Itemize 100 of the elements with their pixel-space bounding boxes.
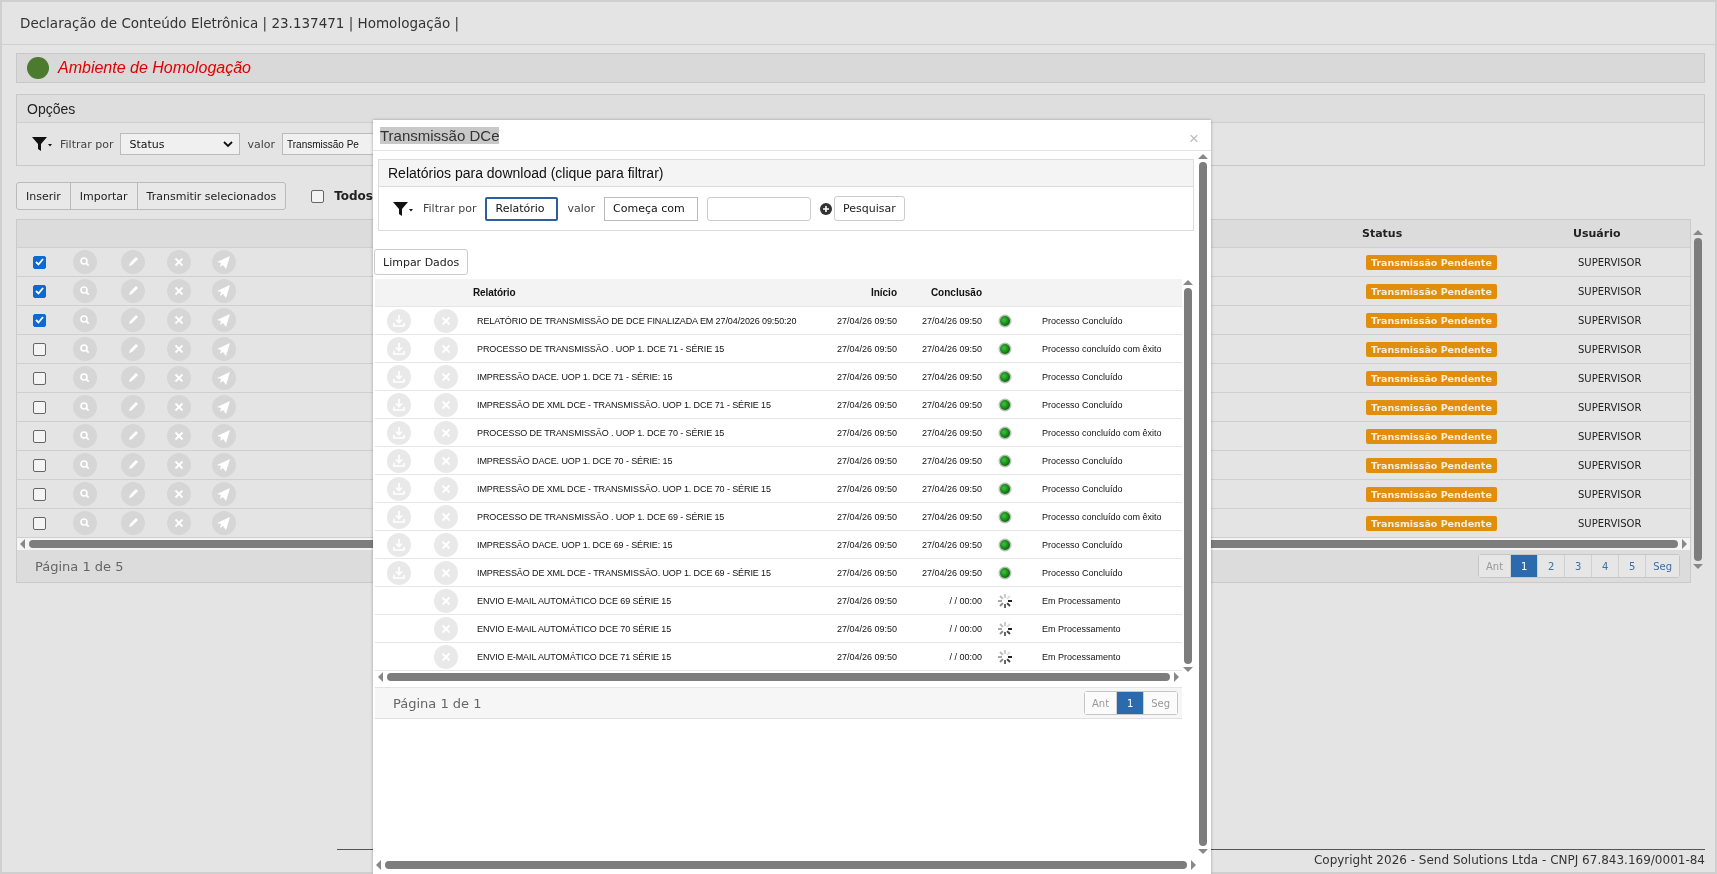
paper-plane-icon[interactable] xyxy=(212,308,236,332)
download-icon[interactable] xyxy=(386,336,411,361)
clear-button[interactable]: Limpar Dados xyxy=(374,249,469,275)
search-icon[interactable] xyxy=(73,424,97,448)
close-icon[interactable] xyxy=(167,337,191,361)
checkbox[interactable] xyxy=(32,458,46,472)
download-icon[interactable] xyxy=(386,448,411,473)
paper-plane-icon[interactable] xyxy=(212,482,236,506)
operator-dropdown[interactable]: Começa com xyxy=(604,196,699,221)
download-icon[interactable] xyxy=(386,504,411,529)
page-button[interactable]: 2 xyxy=(1538,555,1566,577)
close-icon[interactable] xyxy=(167,308,191,332)
page-button[interactable]: 1 xyxy=(1511,555,1539,577)
close-icon[interactable] xyxy=(167,279,191,303)
delete-icon[interactable] xyxy=(434,448,458,473)
page-button[interactable]: Seg xyxy=(1646,555,1679,577)
search-icon[interactable] xyxy=(73,279,97,303)
scrollbar[interactable] xyxy=(1197,151,1209,857)
delete-icon[interactable] xyxy=(434,336,458,361)
page-button[interactable]: 3 xyxy=(1565,555,1593,577)
delete-icon[interactable] xyxy=(434,364,458,389)
pencil-icon[interactable] xyxy=(120,453,145,477)
download-icon[interactable] xyxy=(386,420,411,445)
paper-plane-icon[interactable] xyxy=(212,395,236,419)
page-button[interactable]: 4 xyxy=(1592,555,1620,577)
download-icon[interactable] xyxy=(386,392,411,417)
filter-icon[interactable] xyxy=(31,136,53,152)
close-icon[interactable] xyxy=(167,250,191,274)
download-icon[interactable] xyxy=(386,560,411,585)
delete-icon[interactable] xyxy=(434,644,458,669)
column-header: Usuário xyxy=(1572,227,1621,240)
checkbox[interactable] xyxy=(32,400,46,414)
filter-icon[interactable] xyxy=(392,200,414,217)
delete-icon[interactable] xyxy=(434,616,458,641)
checkbox[interactable] xyxy=(32,342,46,356)
paper-plane-icon[interactable] xyxy=(212,366,236,390)
checkbox[interactable] xyxy=(32,487,46,501)
pencil-icon[interactable] xyxy=(120,424,145,448)
paper-plane-icon[interactable] xyxy=(212,424,236,448)
close-icon[interactable] xyxy=(167,511,191,535)
search-icon[interactable] xyxy=(73,337,97,361)
checkbox[interactable] xyxy=(32,284,46,298)
pencil-icon[interactable] xyxy=(120,395,145,419)
checkbox[interactable] xyxy=(311,189,325,203)
pencil-icon[interactable] xyxy=(120,279,145,303)
close-icon[interactable] xyxy=(167,366,191,390)
delete-icon[interactable] xyxy=(434,504,458,529)
scrollbar[interactable] xyxy=(373,859,1199,871)
scrollbar[interactable] xyxy=(375,671,1182,683)
pencil-icon[interactable] xyxy=(120,308,145,332)
delete-icon[interactable] xyxy=(434,392,458,417)
close-icon[interactable] xyxy=(167,453,191,477)
search-icon[interactable] xyxy=(73,482,97,506)
checkbox[interactable] xyxy=(32,255,46,269)
checkbox[interactable] xyxy=(32,516,46,530)
checkbox[interactable] xyxy=(32,429,46,443)
delete-icon[interactable] xyxy=(434,476,458,501)
search-icon[interactable] xyxy=(73,453,97,477)
paper-plane-icon[interactable] xyxy=(212,279,236,303)
paper-plane-icon[interactable] xyxy=(212,337,236,361)
checkbox[interactable] xyxy=(32,313,46,327)
filter-dropdown[interactable]: Relatório xyxy=(485,196,559,221)
toolbar-button[interactable]: Transmitir selecionados xyxy=(137,183,286,209)
toolbar-button[interactable]: Importar xyxy=(70,183,138,209)
download-icon[interactable] xyxy=(386,308,411,333)
close-icon[interactable] xyxy=(167,424,191,448)
search-icon[interactable] xyxy=(73,511,97,535)
search-icon[interactable] xyxy=(73,395,97,419)
delete-icon[interactable] xyxy=(434,420,458,445)
paper-plane-icon[interactable] xyxy=(212,453,236,477)
pencil-icon[interactable] xyxy=(120,366,145,390)
download-icon[interactable] xyxy=(386,476,411,501)
delete-icon[interactable] xyxy=(434,532,458,557)
pencil-icon[interactable] xyxy=(120,482,145,506)
pencil-icon[interactable] xyxy=(120,511,145,535)
column-header: Status xyxy=(1361,227,1403,240)
search-button[interactable]: Pesquisar xyxy=(834,196,905,221)
download-icon[interactable] xyxy=(386,532,411,557)
table-cell-text: / / 00:00 xyxy=(949,623,983,634)
pencil-icon[interactable] xyxy=(120,337,145,361)
table-cell-text: 27/04/26 09:50 xyxy=(836,511,898,522)
delete-icon[interactable] xyxy=(434,560,458,585)
toolbar-button[interactable]: Inserir xyxy=(17,183,71,209)
paper-plane-icon[interactable] xyxy=(212,511,236,535)
search-field[interactable] xyxy=(707,196,812,221)
search-icon[interactable] xyxy=(73,308,97,332)
search-icon[interactable] xyxy=(73,366,97,390)
plus-icon[interactable] xyxy=(820,202,833,215)
delete-icon[interactable] xyxy=(434,588,458,613)
close-icon[interactable] xyxy=(167,395,191,419)
delete-icon[interactable] xyxy=(434,308,458,333)
close-icon[interactable] xyxy=(167,482,191,506)
checkbox[interactable] xyxy=(32,371,46,385)
search-icon[interactable] xyxy=(73,250,97,274)
download-icon[interactable] xyxy=(386,364,411,389)
page-button[interactable]: 5 xyxy=(1619,555,1647,577)
page-button[interactable]: 1 xyxy=(1117,692,1145,714)
paper-plane-icon[interactable] xyxy=(212,250,236,274)
pencil-icon[interactable] xyxy=(120,250,145,274)
filter-dropdown[interactable]: Status xyxy=(120,133,241,155)
